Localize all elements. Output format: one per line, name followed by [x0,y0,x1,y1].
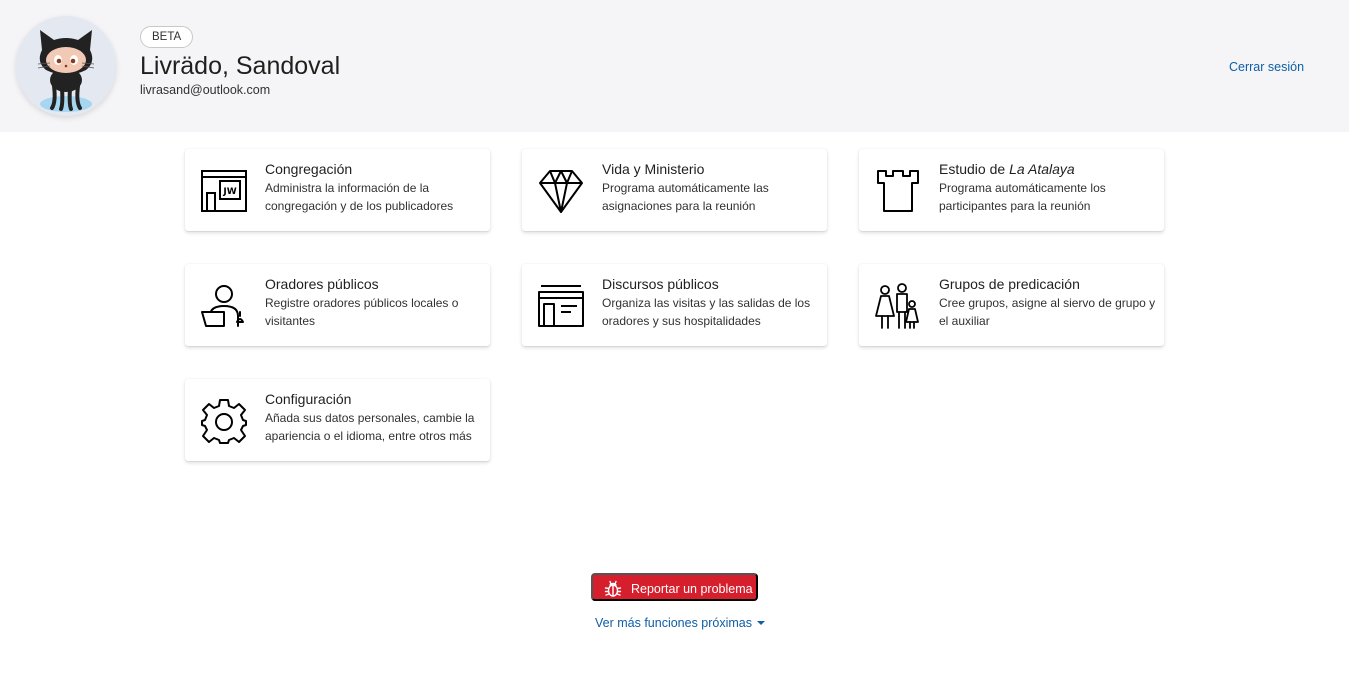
report-problem-button[interactable]: Reportar un problema [591,573,758,601]
card-description: Cree grupos, asigne al siervo de grupo y… [939,296,1156,328]
card-title-italic: La Atalaya [1009,161,1075,177]
card-title: Vida y Ministerio [602,161,705,177]
beta-badge: BETA [140,26,194,48]
user-name: Livrädo, Sandoval [140,52,341,80]
card-title-prefix: Estudio de [939,161,1010,177]
diamond-icon [537,167,585,215]
logout-link[interactable]: Cerrar sesión [1229,59,1304,75]
profile-header: BETA Livrädo, Sandoval livrasand@outlook… [0,0,1349,132]
card-oradores-publicos[interactable]: Oradores públicos Registre oradores públ… [185,264,490,346]
card-description: Añada sus datos personales, cambie la ap… [265,411,475,443]
user-email: livrasand@outlook.com [140,83,271,97]
card-configuracion[interactable]: Configuración Añada sus datos personales… [185,379,490,461]
card-description: Registre oradores públicos locales o vis… [265,296,459,328]
more-features-link[interactable]: Ver más funciones próximas [595,615,766,631]
card-description: Administra la información de la congrega… [265,181,454,213]
caret-down-icon [757,621,766,625]
report-problem-label: Reportar un problema [631,582,753,596]
card-discursos-publicos[interactable]: Discursos públicos Organiza las visitas … [522,264,827,346]
building-jw-icon: JW [200,167,248,215]
card-description: Programa automáticamente las asignacione… [602,181,769,213]
bug-icon [604,580,622,598]
family-group-icon [874,282,922,330]
card-estudio-atalaya[interactable]: Estudio de La Atalaya Programa automátic… [859,149,1164,231]
card-description: Programa automáticamente los participant… [939,181,1106,213]
card-description: Organiza las visitas y las salidas de lo… [602,296,811,328]
svg-text:JW: JW [222,187,236,197]
gear-icon [200,397,248,445]
card-title: Grupos de predicación [939,276,1080,292]
card-title: Discursos públicos [602,276,719,292]
avatar [16,16,116,116]
card-title: Estudio de La Atalaya [939,160,1075,178]
card-title: Congregación [265,161,353,177]
talks-board-icon [537,282,585,330]
watchtower-icon [874,167,922,215]
card-title: Configuración [265,391,352,407]
card-title: Oradores públicos [265,276,379,292]
octocat-icon [37,30,95,112]
card-vida-ministerio[interactable]: Vida y Ministerio Programa automáticamen… [522,149,827,231]
speaker-icon [200,282,248,330]
card-grupos-predicacion[interactable]: Grupos de predicación Cree grupos, asign… [859,264,1164,346]
card-congregacion[interactable]: JW Congregación Administra la informació… [185,149,490,231]
more-features-label: Ver más funciones próximas [595,616,753,630]
